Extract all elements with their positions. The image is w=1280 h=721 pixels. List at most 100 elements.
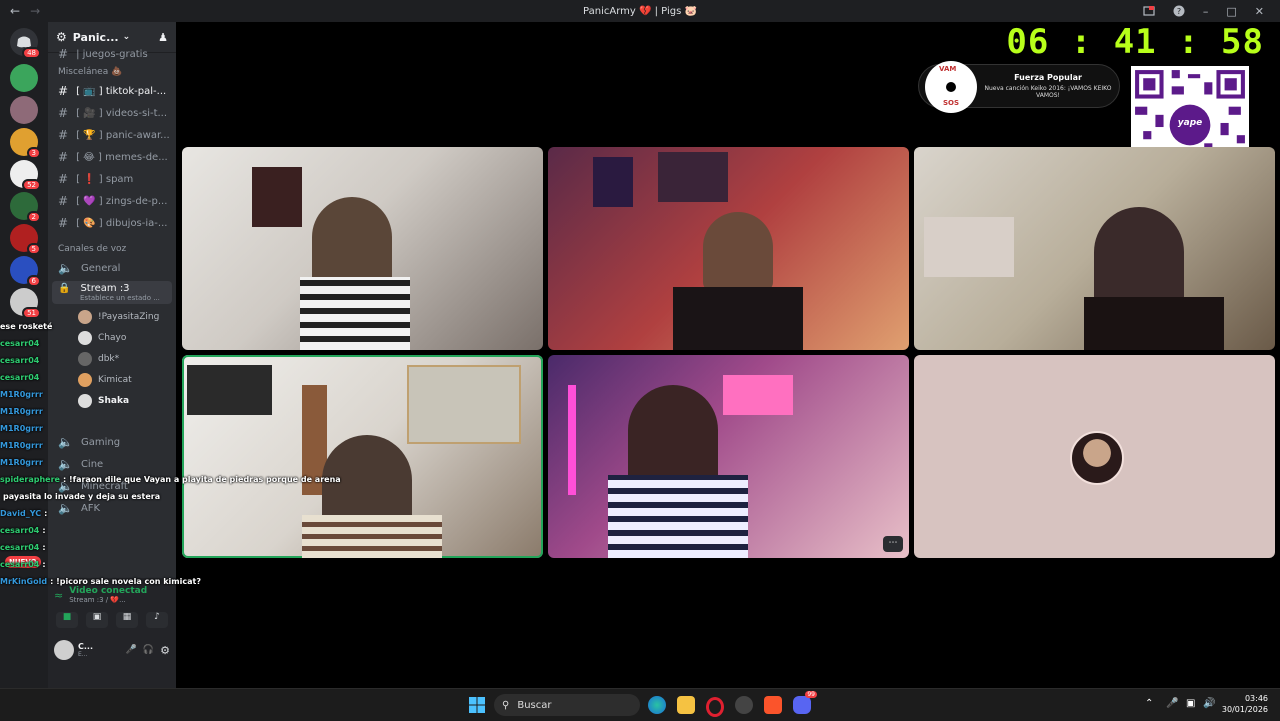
server-icon[interactable]: 2	[10, 192, 41, 223]
inbox-icon[interactable]	[1143, 5, 1155, 17]
chat-line: cesarr04:	[0, 556, 300, 573]
video-tile-avatar-only[interactable]	[914, 355, 1275, 558]
file-explorer-icon[interactable]	[677, 696, 695, 714]
hash-icon: #	[58, 106, 69, 120]
server-icon[interactable]: 51	[10, 288, 41, 319]
mic-tray-icon[interactable]: 🎤	[1166, 698, 1178, 709]
chat-username: cesarr04	[0, 560, 40, 569]
stream-status[interactable]: Establece un estado ...	[58, 294, 166, 302]
hash-icon: #	[58, 194, 69, 208]
chat-line: cesarr04:	[0, 522, 300, 539]
brave-icon[interactable]	[764, 696, 782, 714]
discord-taskbar-icon[interactable]: 99	[793, 691, 817, 714]
hash-icon: #	[58, 172, 69, 186]
volume-icon[interactable]: 🔊	[1203, 698, 1215, 709]
home-mention-badge: 48	[22, 47, 41, 59]
minimize-icon[interactable]: –	[1203, 5, 1209, 18]
voice-channel-general[interactable]: 🔈 General	[48, 257, 176, 279]
channel-dibujos[interactable]: #[ 🎨 ] dibujos-ia-...	[48, 212, 176, 234]
close-icon[interactable]: ✕	[1255, 5, 1264, 18]
chat-username: M1R0grrr	[0, 441, 43, 450]
home-button[interactable]: 48	[10, 28, 41, 59]
server-icon[interactable]: 6	[10, 256, 41, 287]
soundboard-button[interactable]: ♪	[146, 612, 168, 628]
add-member-icon[interactable]: ♟	[158, 31, 168, 44]
chat-line: ese rosketé	[0, 318, 300, 335]
obs-icon[interactable]	[735, 696, 753, 714]
chat-username: MrKinGold	[0, 577, 48, 586]
user-avatar[interactable]	[54, 640, 74, 660]
category-miscelanea[interactable]: Miscelánea 💩	[48, 61, 176, 80]
screen-share-button[interactable]: ▣	[86, 612, 108, 628]
server-icon[interactable]: 5	[10, 224, 41, 255]
settings-gear-icon[interactable]: ⚙	[56, 30, 67, 44]
server-mention-badge: 5	[26, 243, 41, 255]
back-arrow-icon[interactable]: ←	[10, 4, 20, 18]
server-mention-badge: 3	[26, 147, 41, 159]
help-icon[interactable]: ?	[1173, 5, 1185, 17]
tray-chevron-icon[interactable]: ⌃	[1145, 698, 1153, 709]
participant-avatar	[1070, 431, 1124, 485]
chat-line: MrKinGold: !picoro sale novela con kimic…	[0, 573, 300, 590]
svg-text:?: ?	[1177, 7, 1181, 16]
user-settings-gear-icon[interactable]: ⚙	[160, 644, 170, 657]
server-icon[interactable]	[10, 96, 38, 124]
network-icon[interactable]: ▣	[1186, 698, 1195, 709]
song-widget: VAM SOS Fuerza Popular Nueva canción Kei…	[918, 61, 1120, 113]
chat-message: :	[44, 509, 48, 518]
clock-tray[interactable]: 03:46 30/01/2026	[1222, 693, 1268, 715]
chat-username: M1R0grrr	[0, 424, 43, 433]
edge-browser-icon[interactable]	[648, 696, 666, 714]
mic-icon[interactable]: 🎤	[126, 645, 137, 655]
channel-spam[interactable]: #[ ❗ ] spam	[48, 168, 176, 190]
voice-channel-path[interactable]: Stream :3 / 💔...	[69, 596, 147, 604]
chat-line: cesarr04	[0, 335, 300, 352]
chat-username: M1R0grrr	[0, 458, 43, 467]
chat-username: spideraphere	[0, 475, 60, 484]
channel-panic-awards[interactable]: #[ 🏆 ] panic-awar...	[48, 124, 176, 146]
chat-username: cesarr04	[0, 526, 40, 535]
start-windows-icon[interactable]	[468, 696, 486, 714]
server-icon[interactable]: 3	[10, 128, 41, 159]
channel-videos[interactable]: #[ 🎥 ] videos-si-t...	[48, 102, 176, 124]
video-call-area: 06 : 41 : 58 VAM SOS Fuerza Popular Nuev…	[176, 22, 1280, 688]
discord-notification-badge: 99	[805, 691, 817, 698]
maximize-icon[interactable]: □	[1226, 5, 1236, 18]
chat-line: M1R0grrr	[0, 403, 300, 420]
channel-tiktok[interactable]: #[ 📺 ] tiktok-pal-...	[48, 80, 176, 102]
chat-line: M1R0grrr	[0, 386, 300, 403]
channel-partial[interactable]: # | juegos-gratis	[48, 47, 176, 61]
hash-icon: #	[58, 150, 69, 164]
chat-line: David_YC:	[0, 505, 300, 522]
headphones-icon[interactable]: 🎧	[143, 645, 154, 655]
camera-button[interactable]: ■	[56, 612, 78, 628]
forward-arrow-icon[interactable]: →	[30, 4, 40, 18]
qr-brand-label: yape	[1177, 118, 1203, 128]
server-mention-badge: 6	[26, 275, 41, 287]
category-voice[interactable]: Canales de voz	[48, 234, 176, 257]
user-name: C...	[78, 642, 93, 651]
vinyl-disc-icon: VAM SOS	[925, 61, 977, 113]
chat-line: M1R0grrr	[0, 420, 300, 437]
taskbar-search[interactable]: ⚲ Buscar	[494, 694, 640, 716]
server-icon[interactable]: 52	[10, 160, 41, 191]
video-tile[interactable]: ⋯	[548, 355, 909, 558]
chat-username: M1R0grrr	[0, 390, 43, 399]
more-options-button[interactable]: ⋯	[883, 536, 903, 552]
channel-zings[interactable]: #[ 💜 ] zings-de-p...	[48, 190, 176, 212]
chat-line: M1R0grrr	[0, 437, 300, 454]
chat-line: cesarr04	[0, 352, 300, 369]
channel-memes[interactable]: #[ 😂 ] memes-de...	[48, 146, 176, 168]
chat-line: cesarr04	[0, 369, 300, 386]
server-icon[interactable]	[10, 64, 38, 92]
chat-username: cesarr04	[0, 373, 40, 382]
activities-button[interactable]: ▦	[116, 612, 138, 628]
video-tile[interactable]	[914, 147, 1275, 350]
chat-username: David_YC	[0, 509, 42, 518]
voice-channel-stream[interactable]: 🔒 Stream :3 Establece un estado ...	[52, 281, 172, 304]
chat-message: : !faraon dile que Vayan a playita de pi…	[62, 475, 341, 484]
search-icon: ⚲	[502, 699, 510, 711]
opera-icon[interactable]	[706, 697, 724, 717]
overlay-clock: 06 : 41 : 58	[1006, 22, 1264, 62]
video-tile[interactable]	[548, 147, 909, 350]
